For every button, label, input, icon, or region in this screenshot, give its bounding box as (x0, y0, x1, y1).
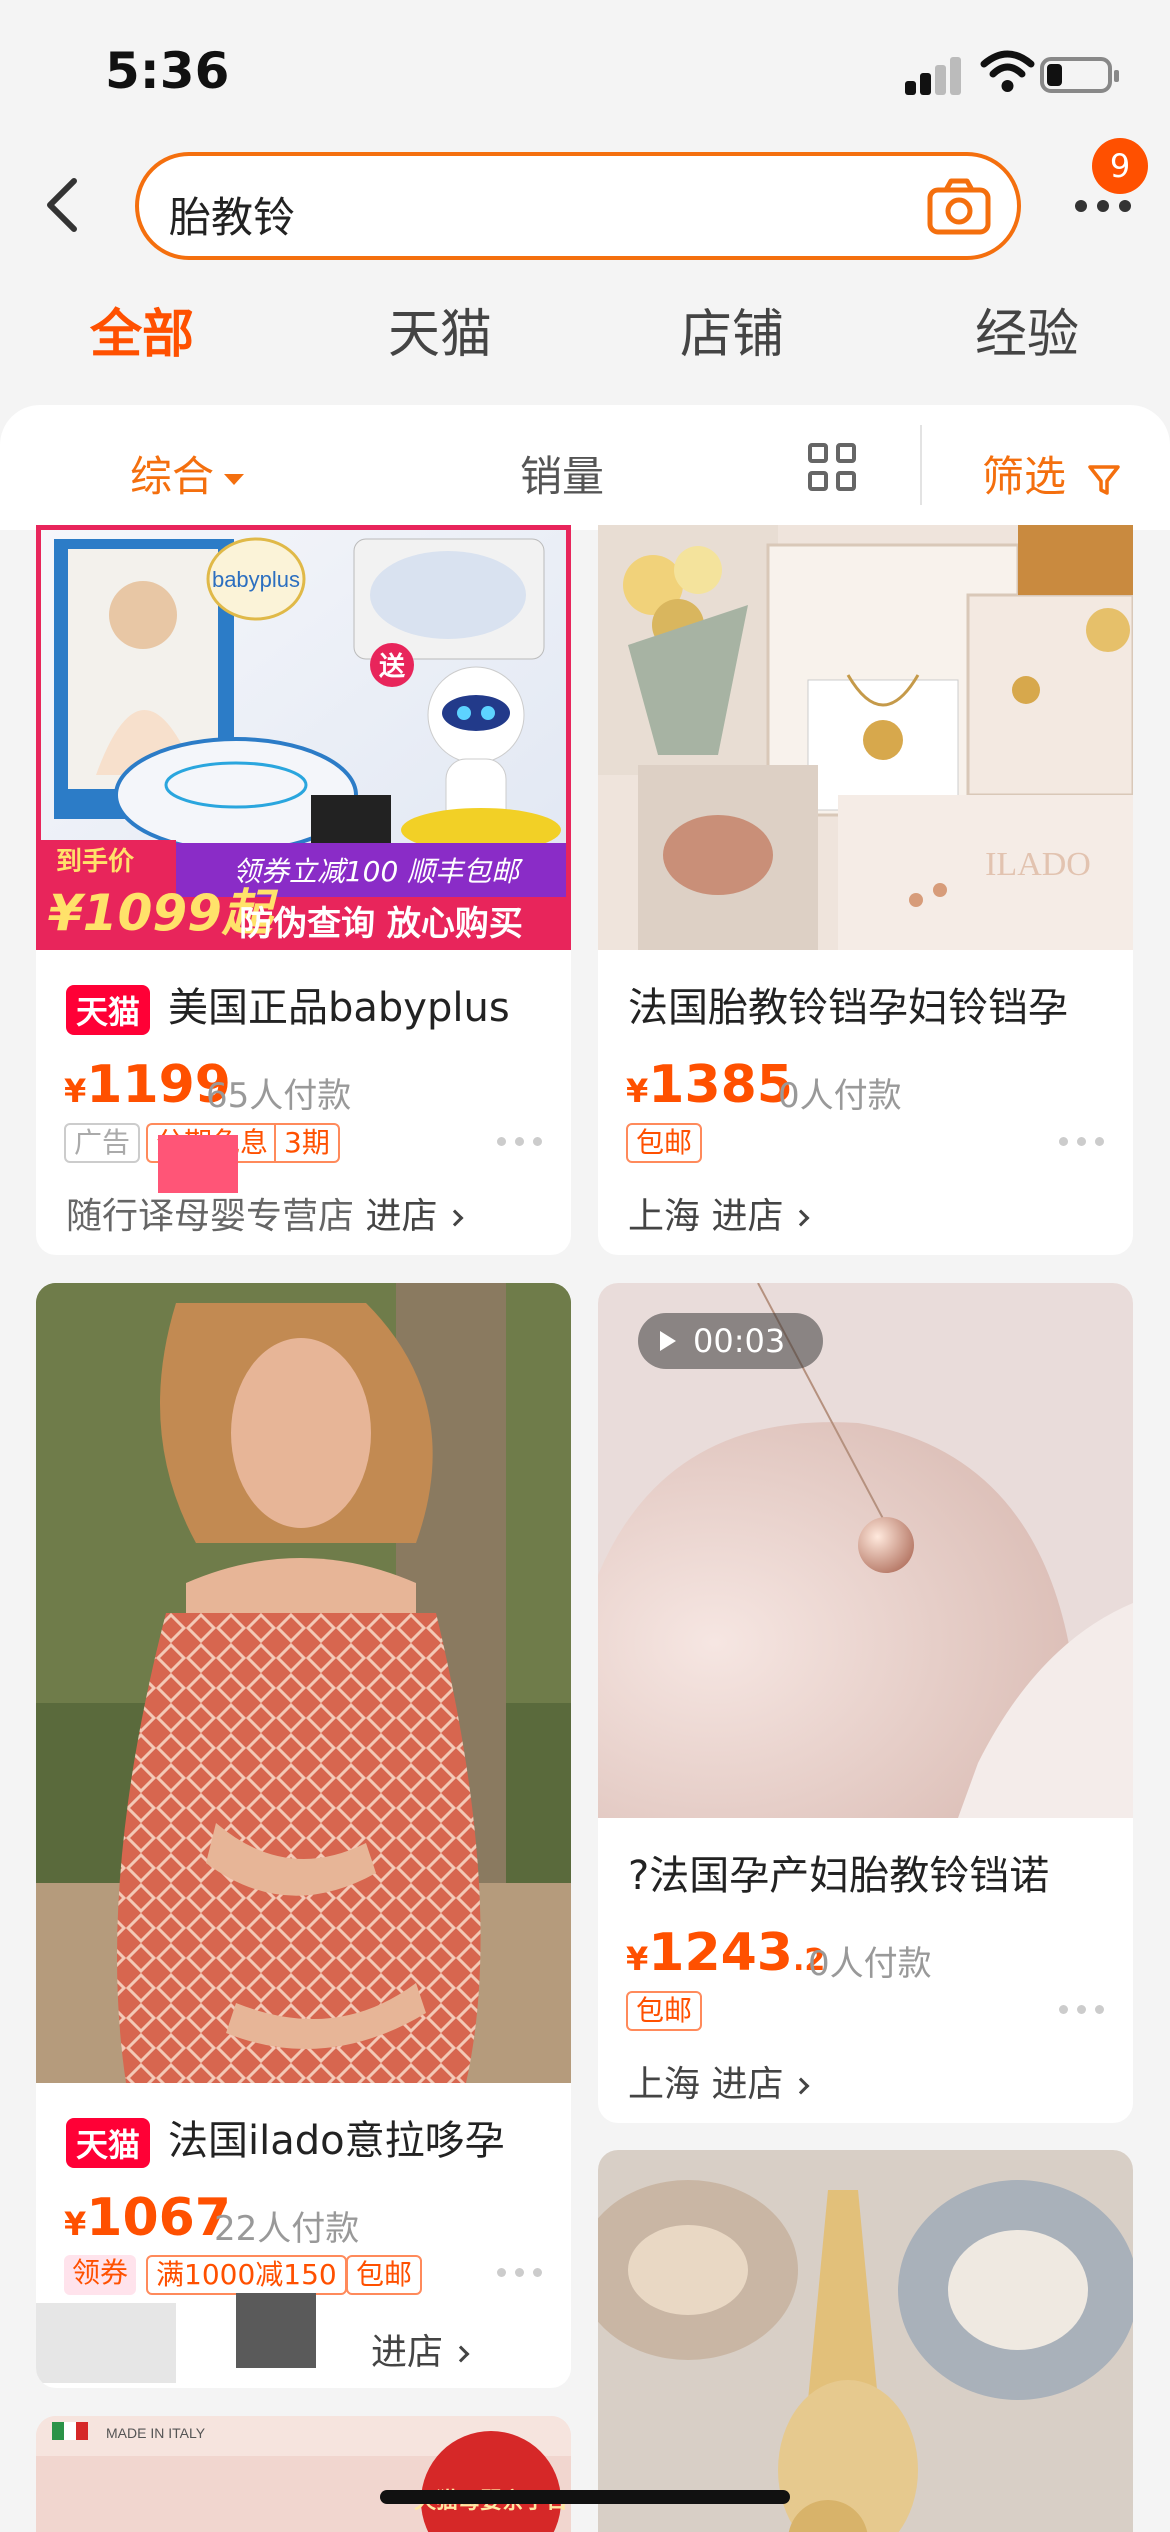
product-card[interactable]: 天猫 法国ilado意拉哆孕 ¥1067 22人付款 领券 满1000减150 包… (36, 1283, 571, 2388)
product-price: ¥1385 (626, 1055, 793, 1115)
shop-link[interactable]: 上海 进店 (628, 1187, 810, 1239)
price-value: 1243 (648, 1923, 793, 1983)
product-title: 天猫 法国ilado意拉哆孕 (66, 2108, 505, 2168)
paid-count: 65人付款 (206, 1076, 352, 1116)
currency-symbol: ¥ (64, 1072, 87, 1110)
enter-shop-label: 进店 (711, 2064, 784, 2105)
grid-view-icon[interactable] (808, 443, 858, 493)
product-image: babyplus 送 领券立减100 顺丰包邮 到手价 ¥1099起 防伪查询 … (36, 525, 571, 950)
back-arrow-icon[interactable] (38, 175, 88, 235)
filter-button[interactable]: 筛选 (982, 443, 1121, 504)
video-duration-badge: 00:03 (638, 1313, 823, 1369)
coupon-tag: 领券 (64, 2255, 137, 2295)
tab-all[interactable]: 全部 (90, 292, 194, 367)
search-query: 胎教铃 (169, 193, 296, 242)
price-value: 1067 (86, 2188, 231, 2248)
sort-comprehensive[interactable]: 综合 (130, 443, 245, 504)
divider (920, 425, 922, 505)
redaction-block (36, 2303, 176, 2383)
product-card[interactable]: MADE IN ITALY 天猫母婴亲子日 (36, 2416, 571, 2532)
product-price: ¥1243.2 (626, 1923, 825, 1983)
product-image (598, 2150, 1133, 2532)
product-title: 天猫 美国正品babyplus (66, 975, 510, 1035)
shop-link[interactable]: 随行译母婴专营店 进店 (66, 1187, 464, 1239)
home-indicator (380, 2490, 790, 2504)
free-shipping-tag: 包邮 (346, 2255, 423, 2295)
handprice-label: 到手价 (56, 847, 135, 877)
product-card[interactable]: babyplus 送 领券立减100 顺丰包邮 到手价 ¥1099起 防伪查询 … (36, 525, 571, 1255)
brand-logo: babyplus (212, 567, 300, 592)
filter-icon (1088, 464, 1121, 495)
tab-tmall[interactable]: 天猫 (388, 292, 492, 367)
enter-shop-label: 进店 (365, 1196, 438, 1237)
paid-count: 22人付款 (214, 2209, 360, 2249)
slogan-text: 防伪查询 放心购买 (239, 904, 523, 944)
sort-bar: 综合 销量 筛选 (0, 405, 1170, 530)
currency-symbol: ¥ (626, 1940, 649, 1978)
filter-label: 筛选 (982, 452, 1067, 501)
tmall-badge: 天猫 (66, 985, 151, 1035)
brand-watermark: ILADO (985, 846, 1091, 883)
product-title-text: 法国ilado意拉哆孕 (168, 2118, 505, 2164)
sort-sales[interactable]: 销量 (520, 443, 604, 504)
more-options-icon[interactable] (497, 2268, 543, 2280)
camera-icon[interactable] (926, 176, 992, 236)
tab-shops[interactable]: 店铺 (680, 292, 784, 367)
wifi-icon (980, 50, 1035, 92)
cellular-signal-icon (905, 55, 965, 95)
promo-text: 领券立减100 顺丰包邮 (233, 855, 523, 888)
caret-down-icon (224, 474, 245, 485)
search-input[interactable]: 胎教铃 (135, 152, 1021, 260)
sort-comprehensive-label: 综合 (130, 452, 215, 501)
chevron-right-icon (792, 1209, 810, 1227)
tab-experience[interactable]: 经验 (975, 292, 1079, 367)
status-bar: 5:36 (0, 0, 1170, 150)
shop-name: 随行译母婴专营店 (66, 1196, 355, 1237)
product-card[interactable]: 00:03 ?法国孕产妇胎教铃铛诺 ¥1243.2 0人付款 包邮 上海 进店 (598, 1283, 1133, 2123)
product-price: ¥1067 (64, 2188, 231, 2248)
redaction-block (158, 1135, 238, 1193)
product-title: 法国胎教铃铛孕妇铃铛孕 (628, 985, 1068, 1031)
gift-badge-text: 送 (379, 652, 405, 682)
redaction-block (236, 2293, 316, 2368)
ad-tag: 广告 (64, 1123, 141, 1163)
free-shipping-tag: 包邮 (626, 1991, 703, 2031)
shop-link[interactable]: 进店 (371, 2323, 470, 2375)
currency-symbol: ¥ (64, 2205, 87, 2243)
discount-tag: 满1000减150 (146, 2255, 347, 2295)
more-options-icon[interactable] (497, 1137, 543, 1149)
origin-label: MADE IN ITALY (106, 2425, 206, 2441)
currency-symbol: ¥ (626, 1072, 649, 1110)
more-options-icon[interactable] (1059, 1137, 1105, 1149)
search-results-screen: { "status": {"time": "5:36"}, "search": … (0, 0, 1170, 2532)
product-title: ?法国孕产妇胎教铃铛诺 (628, 1853, 1050, 1899)
chevron-right-icon (452, 2345, 470, 2363)
product-card[interactable]: ILADO 法国胎教铃铛孕妇铃铛孕 ¥1385 0人付款 包邮 上海 进店 (598, 525, 1133, 1255)
product-card[interactable] (598, 2150, 1133, 2532)
paid-count: 0人付款 (808, 1944, 932, 1984)
more-options-icon[interactable] (1059, 2005, 1105, 2017)
tmall-badge: 天猫 (66, 2118, 151, 2168)
clock: 5:36 (105, 42, 230, 100)
product-title-text: 美国正品babyplus (168, 985, 510, 1031)
free-shipping-tag: 包邮 (626, 1123, 703, 1163)
shop-link[interactable]: 上海 进店 (628, 2055, 810, 2107)
chevron-right-icon (446, 1209, 464, 1227)
product-image: ILADO (598, 525, 1133, 950)
battery-icon (1040, 57, 1119, 93)
installment-period-tag: 3期 (274, 1123, 340, 1163)
chevron-right-icon (792, 2077, 810, 2095)
shop-location: 上海 (628, 1196, 701, 1237)
enter-shop-label: 进店 (711, 1196, 784, 1237)
price-value: 1385 (648, 1055, 793, 1115)
product-image: MADE IN ITALY 天猫母婴亲子日 (36, 2416, 571, 2532)
notification-badge: 9 (1092, 138, 1148, 194)
product-image (36, 1283, 571, 2083)
shop-location: 上海 (628, 2064, 701, 2105)
enter-shop-label: 进店 (371, 2332, 444, 2373)
category-tabs: 全部 天猫 店铺 经验 (0, 280, 1170, 370)
paid-count: 0人付款 (778, 1076, 902, 1116)
